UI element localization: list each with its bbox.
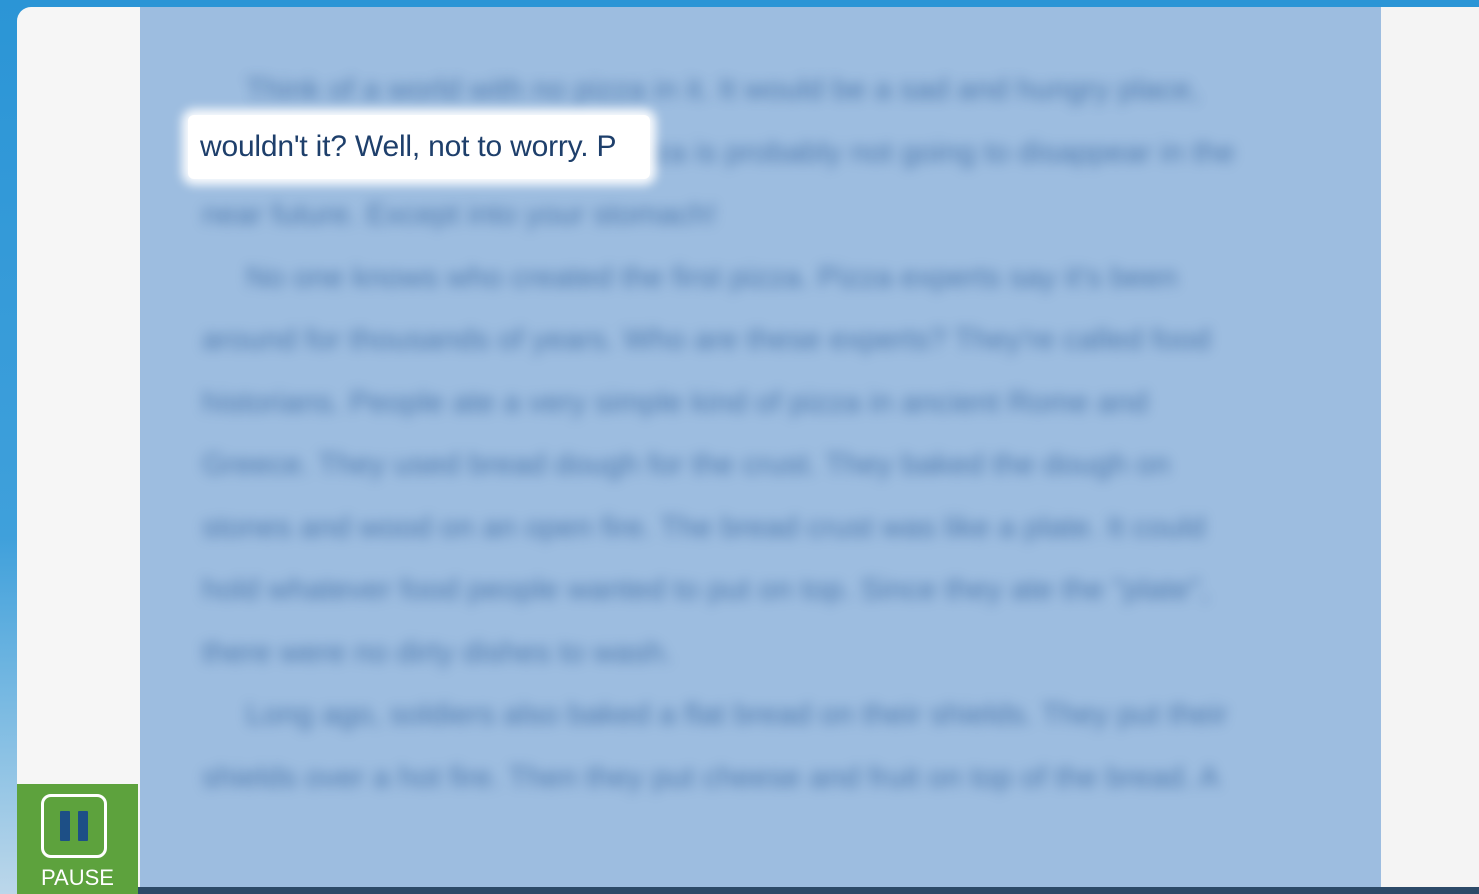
bottom-strip [138, 887, 1479, 894]
right-gutter [1381, 7, 1479, 887]
reading-focus-window: wouldn't it? Well, not to worry. P [188, 115, 650, 179]
pause-button[interactable]: PAUSE [17, 784, 138, 894]
pause-bar-left [60, 811, 70, 841]
pause-bar-right [78, 811, 88, 841]
pause-icon [41, 794, 107, 858]
focused-text: wouldn't it? Well, not to worry. P [200, 130, 617, 163]
pause-label: PAUSE [41, 865, 114, 890]
